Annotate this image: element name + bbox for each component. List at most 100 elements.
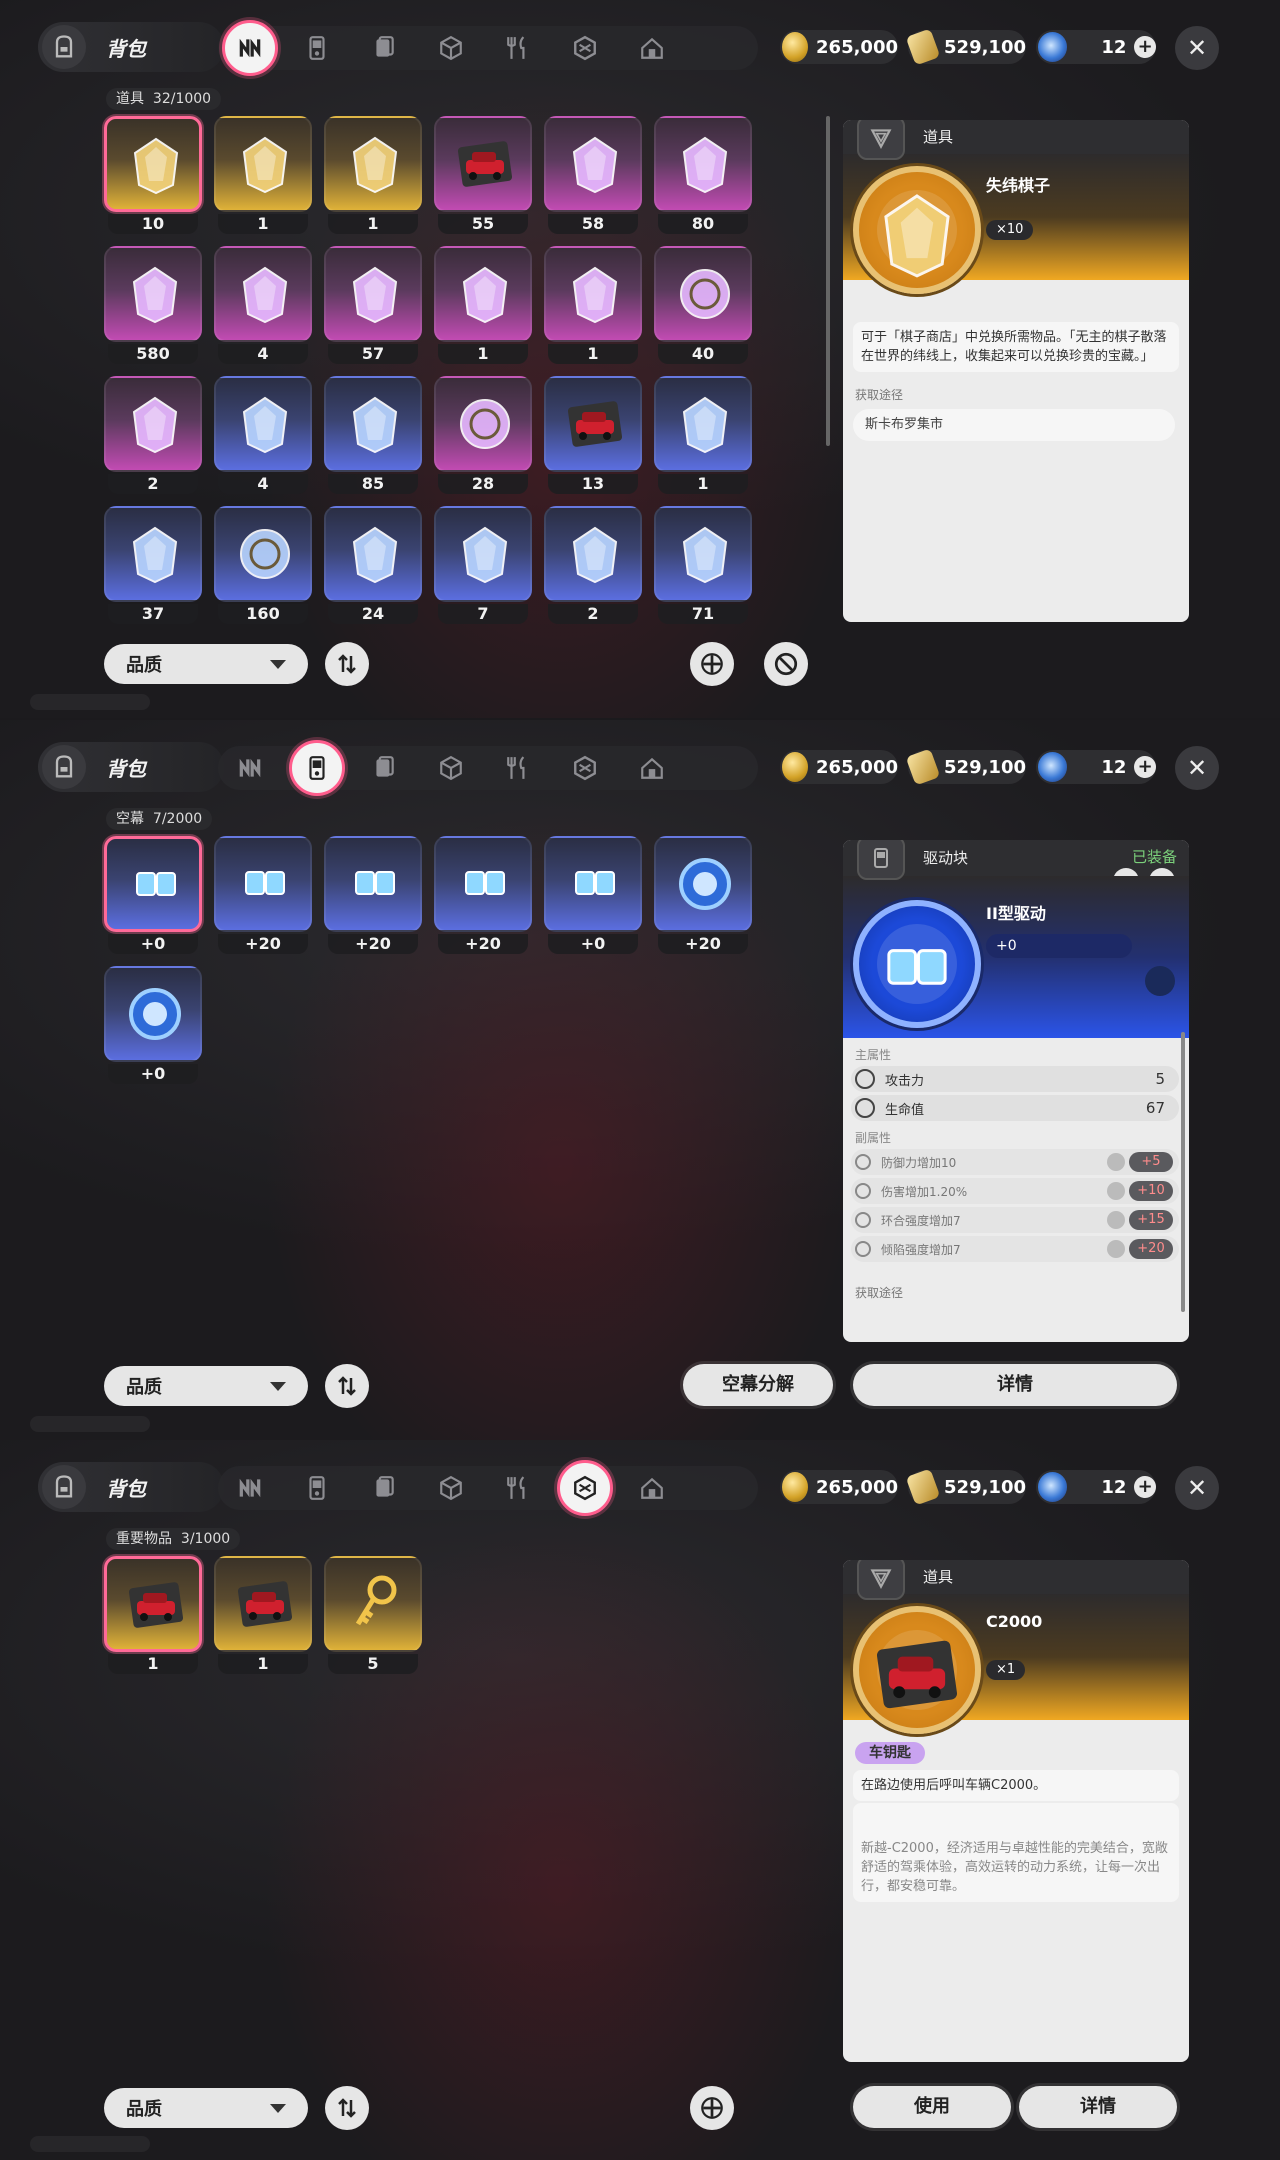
item-card[interactable] [214, 506, 312, 602]
backpack-title-button[interactable]: 背包 [38, 22, 224, 72]
item-slot[interactable]: 40 [654, 246, 752, 364]
item-card[interactable] [544, 246, 642, 342]
item-card[interactable] [434, 116, 532, 212]
item-card[interactable] [214, 376, 312, 472]
item-card[interactable] [654, 116, 752, 212]
item-card[interactable] [544, 836, 642, 932]
details-button[interactable]: 详情 [853, 1364, 1177, 1406]
item-slot[interactable]: +20 [324, 836, 422, 954]
sort-order-toggle-button[interactable] [325, 642, 369, 686]
sort-quality-dropdown[interactable]: 品质 [104, 1366, 308, 1406]
item-slot[interactable]: 13 [544, 376, 642, 494]
item-slot[interactable]: 4 [214, 246, 312, 364]
package-tab-icon[interactable] [557, 1460, 613, 1516]
add-orbs-plus-icon[interactable]: + [1134, 756, 1156, 778]
equipped-character-icon[interactable] [1145, 966, 1175, 996]
lock-icon[interactable] [1107, 1153, 1125, 1171]
item-card[interactable] [324, 376, 422, 472]
lock-icon[interactable] [1107, 1182, 1125, 1200]
close-button[interactable]: ✕ [1175, 746, 1219, 790]
item-card[interactable] [104, 376, 202, 472]
item-card[interactable] [654, 246, 752, 342]
backpack-title-button[interactable]: 背包 [38, 1462, 224, 1512]
item-slot[interactable]: 1 [214, 1556, 312, 1674]
item-card[interactable] [434, 506, 532, 602]
item-slot[interactable]: 1 [654, 376, 752, 494]
item-card[interactable] [104, 116, 202, 212]
decompose-button[interactable]: 空幕分解 [683, 1364, 833, 1406]
item-slot[interactable]: 580 [104, 246, 202, 364]
item-slot[interactable]: 10 [104, 116, 202, 234]
item-card[interactable] [434, 246, 532, 342]
handheld-device-tab-icon[interactable] [289, 740, 345, 796]
item-slot[interactable]: 71 [654, 506, 752, 624]
home-tab-icon[interactable] [630, 26, 674, 70]
item-card[interactable] [214, 836, 312, 932]
card-tab-icon[interactable] [362, 746, 406, 790]
item-card[interactable] [324, 836, 422, 932]
item-card[interactable] [324, 246, 422, 342]
item-slot[interactable]: 80 [654, 116, 752, 234]
item-slot[interactable]: 1 [324, 116, 422, 234]
item-slot[interactable]: +0 [104, 966, 202, 1084]
lock-icon[interactable] [1107, 1211, 1125, 1229]
item-card[interactable] [214, 1556, 312, 1652]
item-card[interactable] [434, 836, 532, 932]
item-slot[interactable]: 28 [434, 376, 532, 494]
details-button[interactable]: 详情 [1019, 2086, 1177, 2128]
cutlery-tab-icon[interactable] [496, 26, 540, 70]
item-slot[interactable]: +0 [104, 836, 202, 954]
item-slot[interactable]: 58 [544, 116, 642, 234]
item-slot[interactable]: 1 [434, 246, 532, 364]
item-card[interactable] [324, 1556, 422, 1652]
add-orbs-plus-icon[interactable]: + [1134, 1476, 1156, 1498]
item-card[interactable] [214, 246, 312, 342]
item-slot[interactable]: 2 [544, 506, 642, 624]
home-tab-icon[interactable] [630, 746, 674, 790]
cube-tab-icon[interactable] [429, 26, 473, 70]
sort-quality-dropdown[interactable]: 品质 [104, 644, 308, 684]
item-slot[interactable]: +20 [654, 836, 752, 954]
item-slot[interactable]: 1 [544, 246, 642, 364]
chip-tab-icon[interactable] [228, 746, 272, 790]
item-slot[interactable]: 85 [324, 376, 422, 494]
sort-order-toggle-button[interactable] [325, 2086, 369, 2130]
item-card[interactable] [214, 116, 312, 212]
item-card[interactable] [104, 506, 202, 602]
item-slot[interactable]: 1 [214, 116, 312, 234]
cutlery-tab-icon[interactable] [496, 746, 540, 790]
close-button[interactable]: ✕ [1175, 1466, 1219, 1510]
item-slot[interactable]: +0 [544, 836, 642, 954]
multi-select-button[interactable] [690, 2086, 734, 2130]
package-tab-icon[interactable] [563, 746, 607, 790]
chip-tab-icon[interactable] [222, 20, 278, 76]
source-location[interactable]: 斯卡布罗集市 [853, 409, 1175, 441]
item-card[interactable] [544, 376, 642, 472]
grid-scrollbar[interactable] [826, 116, 830, 446]
item-card[interactable] [324, 506, 422, 602]
handheld-device-tab-icon[interactable] [295, 26, 339, 70]
item-card[interactable] [104, 836, 202, 932]
multi-select-button[interactable] [690, 642, 734, 686]
item-card[interactable] [434, 376, 532, 472]
item-card[interactable] [104, 966, 202, 1062]
cube-tab-icon[interactable] [429, 746, 473, 790]
item-slot[interactable]: 57 [324, 246, 422, 364]
item-slot[interactable]: +20 [434, 836, 532, 954]
sort-quality-dropdown[interactable]: 品质 [104, 2088, 308, 2128]
item-slot[interactable]: 24 [324, 506, 422, 624]
item-card[interactable] [654, 836, 752, 932]
item-slot[interactable]: 4 [214, 376, 312, 494]
item-card[interactable] [324, 116, 422, 212]
home-tab-icon[interactable] [630, 1466, 674, 1510]
card-tab-icon[interactable] [362, 26, 406, 70]
item-slot[interactable]: 7 [434, 506, 532, 624]
item-slot[interactable]: +20 [214, 836, 312, 954]
handheld-device-tab-icon[interactable] [295, 1466, 339, 1510]
card-tab-icon[interactable] [362, 1466, 406, 1510]
item-card[interactable] [544, 506, 642, 602]
item-slot[interactable]: 1 [104, 1556, 202, 1674]
item-card[interactable] [544, 116, 642, 212]
discard-button[interactable] [764, 642, 808, 686]
use-button[interactable]: 使用 [853, 2086, 1011, 2128]
